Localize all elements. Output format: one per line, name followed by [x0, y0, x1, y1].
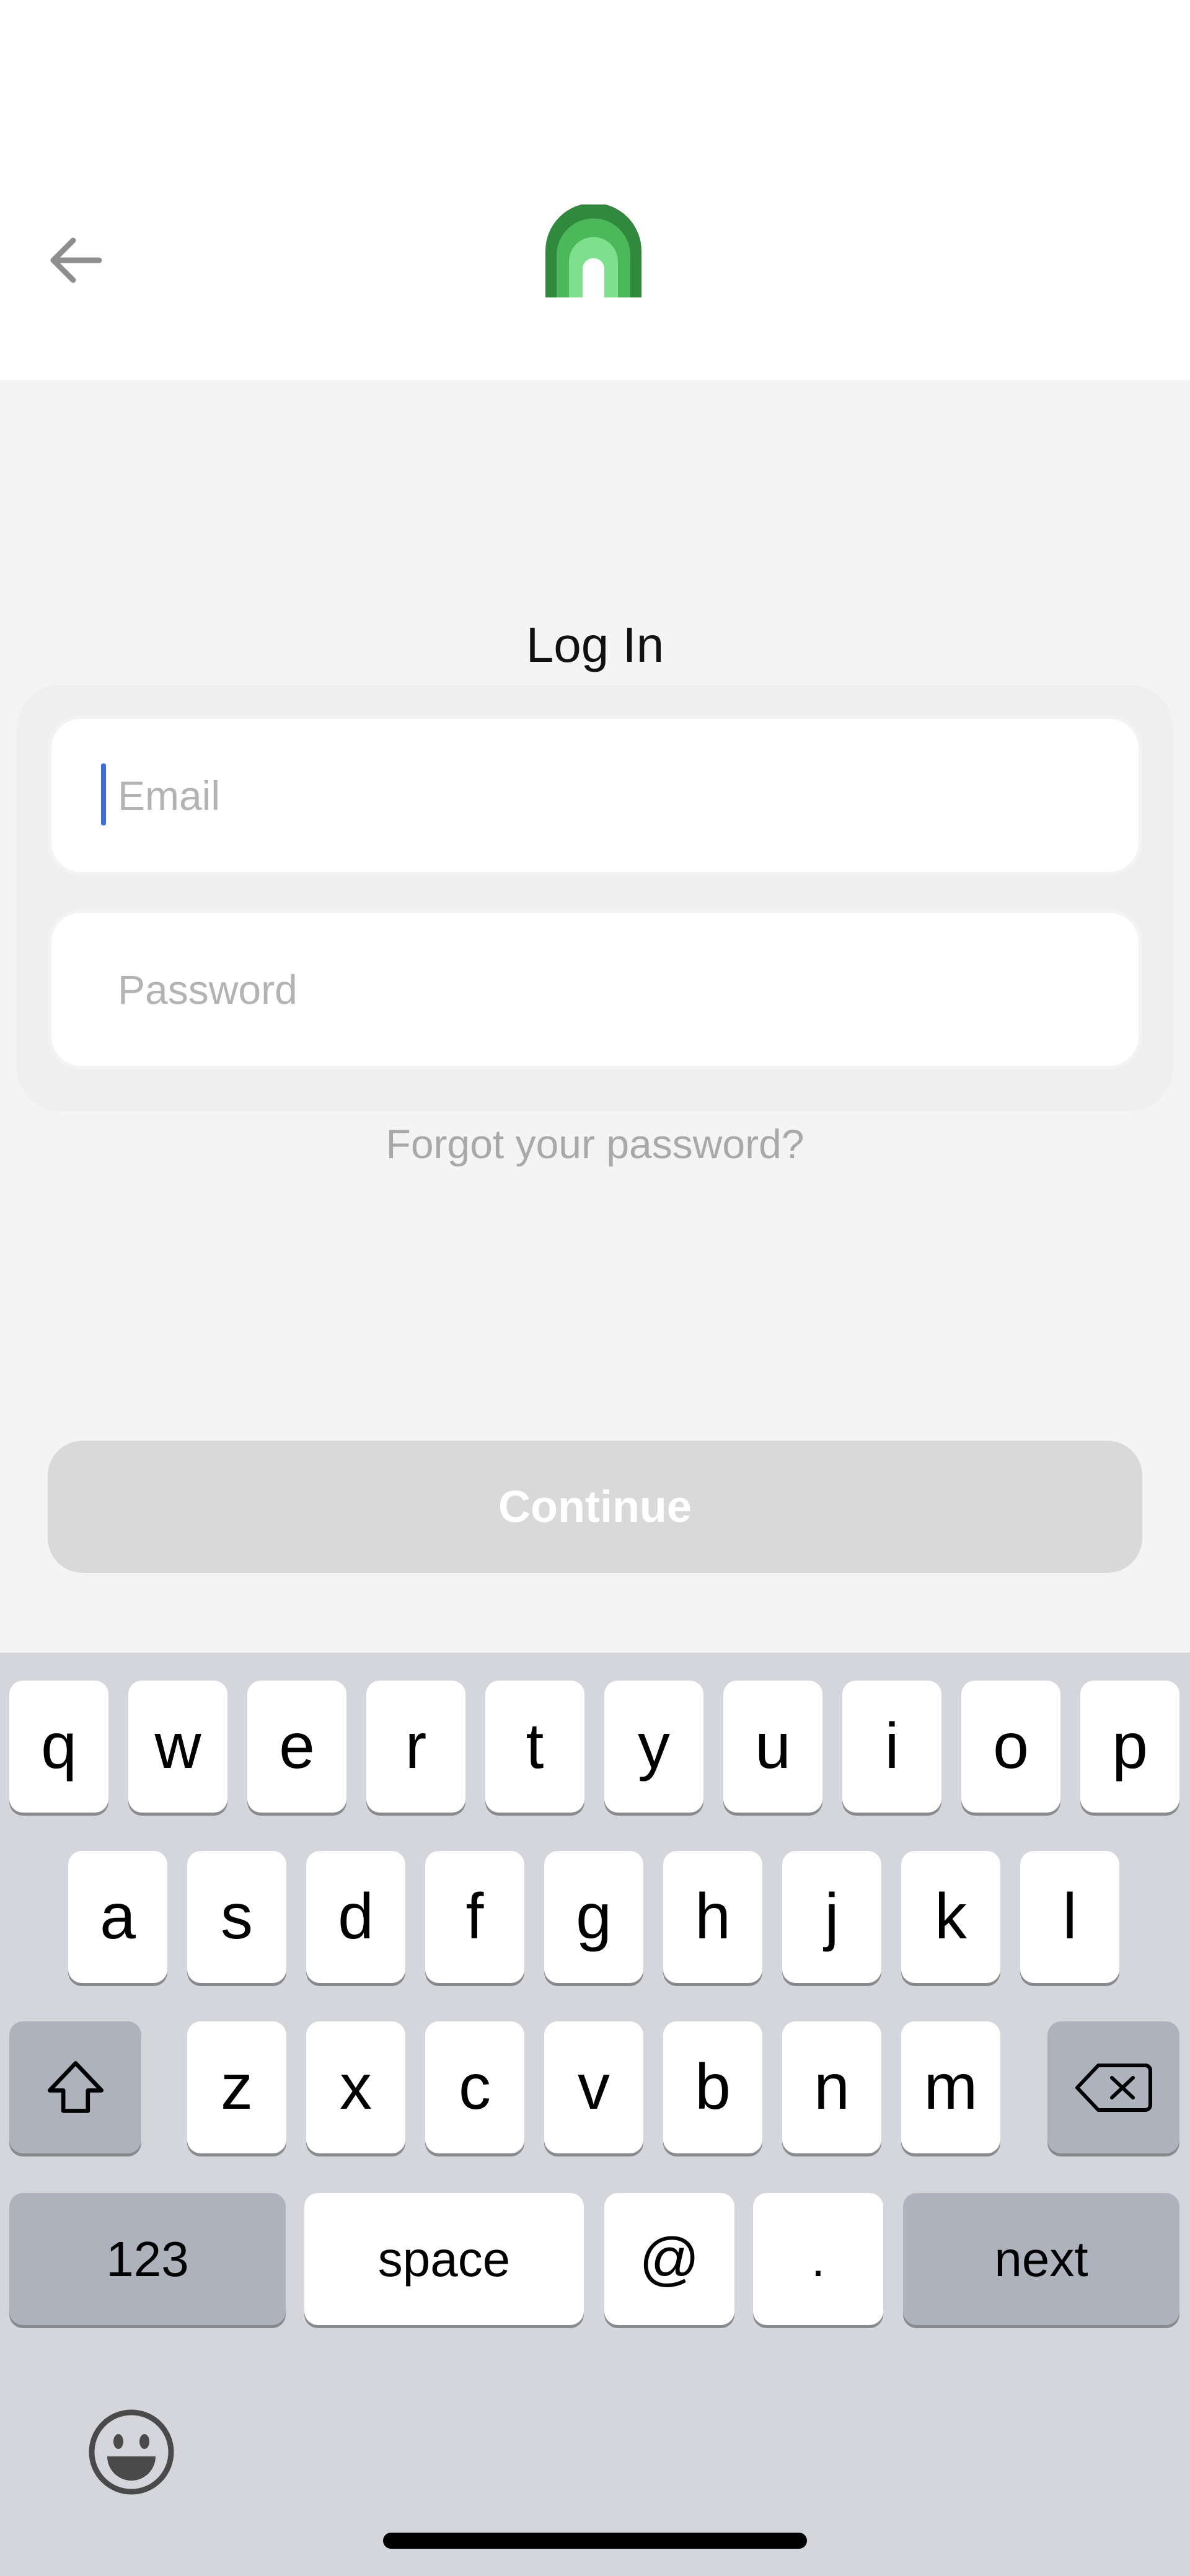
shift-icon	[47, 2060, 104, 2113]
key-v[interactable]: v	[544, 2021, 643, 2153]
key-d[interactable]: d	[306, 1851, 405, 1983]
email-input[interactable]	[51, 719, 1139, 872]
key-f[interactable]: f	[425, 1851, 524, 1983]
password-field-container[interactable]	[51, 913, 1139, 1066]
key-r[interactable]: r	[366, 1681, 465, 1813]
email-field-container[interactable]	[51, 719, 1139, 872]
arrow-left-icon	[50, 237, 102, 283]
space-key[interactable]: space	[304, 2193, 584, 2325]
back-button[interactable]	[38, 223, 113, 297]
dot-key[interactable]: .	[753, 2193, 883, 2325]
key-a[interactable]: a	[68, 1851, 167, 1983]
forgot-password-link[interactable]: Forgot your password?	[0, 1120, 1190, 1167]
key-k[interactable]: k	[901, 1851, 1000, 1983]
key-y[interactable]: y	[604, 1681, 703, 1813]
text-caret	[101, 763, 106, 825]
key-l[interactable]: l	[1020, 1851, 1119, 1983]
next-key[interactable]: next	[903, 2193, 1179, 2325]
page-title: Log In	[526, 617, 664, 672]
home-indicator	[383, 2533, 807, 2549]
key-n[interactable]: n	[782, 2021, 881, 2153]
key-t[interactable]: t	[485, 1681, 584, 1813]
emoji-icon	[89, 2409, 174, 2495]
numbers-key[interactable]: 123	[9, 2193, 286, 2325]
header	[0, 0, 1190, 380]
key-z[interactable]: z	[187, 2021, 286, 2153]
continue-button[interactable]: Continue	[48, 1441, 1142, 1573]
key-j[interactable]: j	[782, 1851, 881, 1983]
key-b[interactable]: b	[663, 2021, 762, 2153]
backspace-icon	[1075, 2063, 1152, 2112]
at-key[interactable]: @	[604, 2193, 734, 2325]
arch-logo-icon	[545, 204, 641, 297]
key-e[interactable]: e	[247, 1681, 346, 1813]
key-x[interactable]: x	[306, 2021, 405, 2153]
key-h[interactable]: h	[663, 1851, 762, 1983]
key-i[interactable]: i	[842, 1681, 941, 1813]
emoji-button[interactable]	[85, 2406, 178, 2499]
login-form	[17, 685, 1173, 1111]
key-u[interactable]: u	[723, 1681, 822, 1813]
key-q[interactable]: q	[9, 1681, 108, 1813]
key-g[interactable]: g	[544, 1851, 643, 1983]
shift-key[interactable]	[9, 2021, 141, 2153]
key-c[interactable]: c	[425, 2021, 524, 2153]
delete-key[interactable]	[1047, 2021, 1179, 2153]
login-screen: Log In Forgot your password? Continue q …	[0, 0, 1190, 2576]
password-input[interactable]	[51, 913, 1139, 1066]
keyboard: q w e r t y u i o p a s d f g h j k l z …	[0, 1653, 1190, 2576]
key-s[interactable]: s	[187, 1851, 286, 1983]
key-w[interactable]: w	[128, 1681, 227, 1813]
key-m[interactable]: m	[901, 2021, 1000, 2153]
key-p[interactable]: p	[1080, 1681, 1179, 1813]
key-o[interactable]: o	[961, 1681, 1060, 1813]
